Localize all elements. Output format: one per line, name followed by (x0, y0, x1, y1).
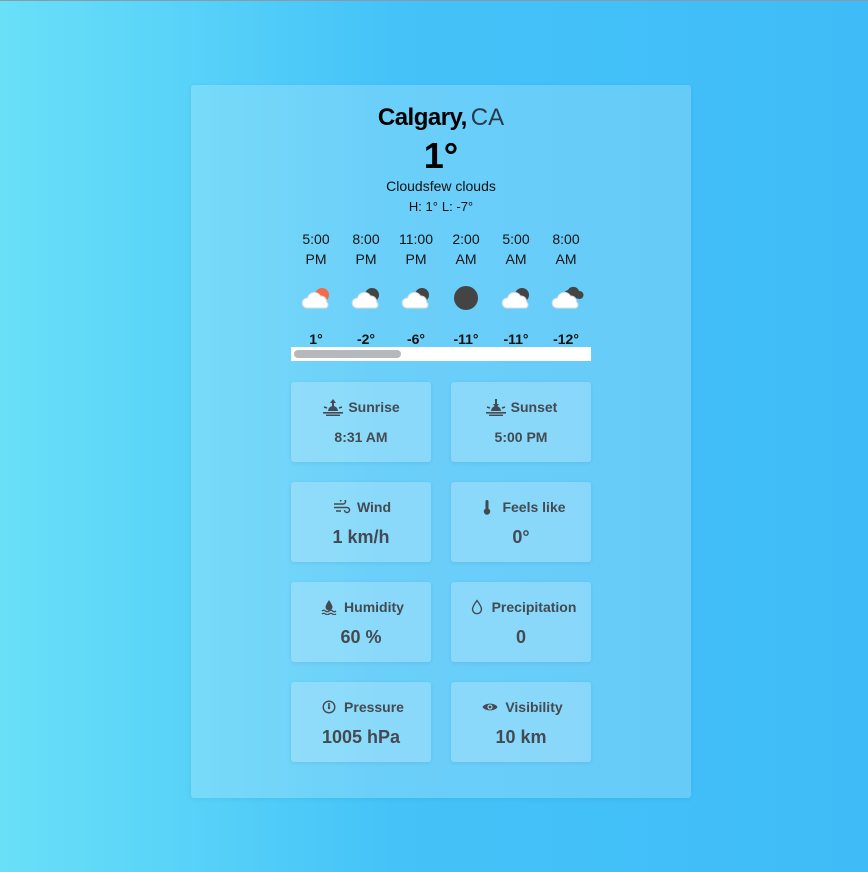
location: Calgary, CA (191, 103, 691, 133)
humidity-label: Humidity (344, 599, 404, 615)
hourly-item: 8:00 PM -2° (341, 229, 391, 347)
wind-tile: Wind 1 km/h (291, 482, 431, 562)
sunrise-value: 8:31 AM (334, 429, 388, 445)
pressure-value: 1005 hPa (321, 727, 401, 747)
clear-night-icon (441, 283, 491, 313)
sunset-value: 5:00 PM (494, 429, 548, 445)
visibility-value: 10 km (495, 727, 547, 747)
sunset-tile: Sunset 5:00 PM (451, 382, 591, 462)
precipitation-tile: Precipitation 0 (451, 582, 591, 662)
feels-like-value: 0° (512, 527, 530, 547)
humidity-icon (318, 599, 340, 615)
hourly-forecast[interactable]: 5:00 PM 1° 8:00 PM -2° 11:00 PM -6° 2:00… (291, 229, 591, 347)
hour-time: 8:00 AM (552, 231, 580, 267)
few-clouds-night-icon (341, 283, 391, 313)
wind-icon (331, 500, 353, 514)
hour-time: 5:00 AM (502, 231, 530, 267)
hourly-item: 2:00 AM -11° (441, 229, 491, 347)
wind-label: Wind (356, 499, 392, 515)
sunrise-tile: Sunrise 8:31 AM (291, 382, 431, 462)
sunset-icon (485, 398, 507, 416)
few-clouds-night-icon (491, 283, 541, 313)
current-weather: Calgary, CA 1° Cloudsfew clouds H: 1° L: -… (191, 103, 691, 216)
wind-value: 1 km/h (332, 527, 390, 547)
scrollbar-thumb[interactable] (294, 350, 401, 358)
hourly-item: 11:00 PM -6° (391, 229, 441, 347)
hour-time: 5:00 PM (302, 231, 330, 267)
feels-like-label: Feels like (502, 499, 566, 515)
city-name: Calgary, (377, 104, 467, 131)
hourly-item: 8:00 AM -12° (541, 229, 591, 347)
hourly-item: 5:00 AM -11° (491, 229, 541, 347)
hour-temp: -2° (356, 331, 376, 347)
sunrise-label: Sunrise (348, 399, 400, 415)
hour-temp: -6° (406, 331, 426, 347)
high-low: H: 1° L: -7° (191, 198, 691, 216)
humidity-tile: Humidity 60 % (291, 582, 431, 662)
hour-time: 2:00 AM (452, 231, 480, 267)
visibility-tile: Visibility 10 km (451, 682, 591, 762)
visibility-label: Visibility (505, 699, 563, 715)
humidity-value: 60 % (340, 627, 382, 647)
sunset-label: Sunset (510, 399, 558, 415)
gauge-icon (318, 700, 340, 714)
pressure-tile: Pressure 1005 hPa (291, 682, 431, 762)
low-temp: L: -7° (441, 199, 474, 214)
eye-icon (479, 701, 501, 713)
few-clouds-day-icon (291, 283, 341, 313)
weather-card: Calgary, CA 1° Cloudsfew clouds H: 1° L: -… (191, 85, 691, 798)
precipitation-value: 0 (515, 627, 526, 647)
weather-description: Cloudsfew clouds (386, 178, 496, 194)
hourly-scrollbar[interactable] (291, 347, 591, 361)
hour-temp: -12° (553, 331, 579, 347)
pressure-label: Pressure (344, 699, 404, 715)
broken-clouds-icon (541, 283, 591, 313)
hour-temp: -11° (503, 331, 529, 347)
hour-time: 8:00 PM (352, 231, 380, 267)
precipitation-label: Precipitation (491, 599, 577, 615)
hour-temp: -11° (453, 331, 479, 347)
few-clouds-night-icon (391, 283, 441, 313)
hourly-item: 5:00 PM 1° (291, 229, 341, 347)
hour-time: 11:00 PM (399, 231, 433, 267)
droplet-icon (466, 599, 488, 615)
thermometer-icon (476, 499, 498, 515)
hour-temp: 1° (309, 331, 323, 347)
current-temperature: 1° (423, 135, 459, 176)
feels-like-tile: Feels like 0° (451, 482, 591, 562)
sunrise-icon (322, 398, 344, 416)
country-code: CA (470, 104, 505, 131)
high-temp: H: 1° (408, 199, 438, 214)
